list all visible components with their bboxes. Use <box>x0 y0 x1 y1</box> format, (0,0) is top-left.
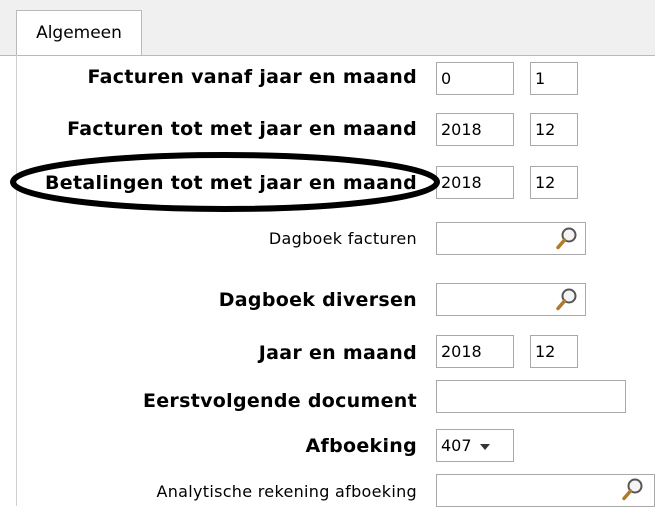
maand-month-input[interactable]: 12 <box>530 335 578 368</box>
eerstvolgende-document-input[interactable] <box>436 380 626 413</box>
tab-strip: Algemeen <box>0 0 655 56</box>
label-dagboek-diversen: Dagboek diversen <box>218 289 417 311</box>
facturen-tot-year-input[interactable]: 2018 <box>436 113 514 146</box>
label-dagboek-facturen: Dagboek facturen <box>268 229 417 248</box>
magnifier-icon[interactable] <box>556 226 578 250</box>
label-jaar-en-maand: Jaar en maand <box>258 342 417 364</box>
facturen-vanaf-month-input[interactable]: 1 <box>530 62 578 95</box>
afboeking-value: 407 <box>441 436 472 455</box>
facturen-vanaf-year-input[interactable]: 0 <box>436 62 514 95</box>
tab-algemeen[interactable]: Algemeen <box>16 10 142 55</box>
label-analytische-rekening: Analytische rekening afboeking <box>156 482 417 501</box>
jaar-year-input[interactable]: 2018 <box>436 335 514 368</box>
panel-left-border <box>16 55 17 506</box>
label-betalingen-tot: Betalingen tot met jaar en maand <box>44 172 417 194</box>
label-facturen-tot: Facturen tot met jaar en maand <box>67 118 417 140</box>
betalingen-tot-year-input[interactable]: 2018 <box>436 166 514 199</box>
label-afboeking: Afboeking <box>305 435 417 457</box>
afboeking-select[interactable]: 407 <box>436 429 514 462</box>
magnifier-icon[interactable] <box>556 287 578 311</box>
betalingen-tot-month-input[interactable]: 12 <box>530 166 578 199</box>
chevron-down-icon[interactable] <box>479 443 490 450</box>
magnifier-icon[interactable] <box>622 477 644 501</box>
label-eerstvolgende-document: Eerstvolgende document <box>142 390 417 412</box>
facturen-tot-month-input[interactable]: 12 <box>530 113 578 146</box>
label-facturen-vanaf: Facturen vanaf jaar en maand <box>87 66 417 88</box>
